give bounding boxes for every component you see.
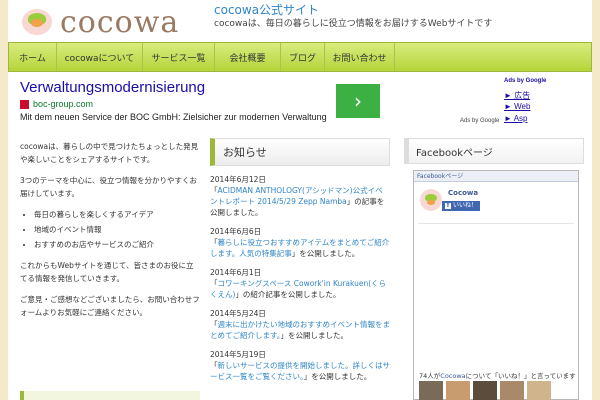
logo-bowl-icon <box>20 5 54 39</box>
list-item: 2014年6月6日 「暮らしに役立つおすすめアイテムをまとめてご紹介します。人気… <box>210 226 390 259</box>
nav-item-company[interactable]: 会社概要 <box>215 43 281 71</box>
list-item: 毎日の暮らしを楽しくするアイデア <box>34 208 200 221</box>
ad-headline[interactable]: Verwaltungsmodernisierung <box>20 79 205 96</box>
site-description: cocowaは、毎日の暮らしに役立つ情報をお届けするWebサイトです <box>214 19 493 29</box>
news-heading: お知らせ <box>210 138 390 166</box>
intro-paragraph-3: これからもWebサイトを通じて、皆さまのお役に立てる情報を発信していきます。 <box>20 261 194 283</box>
news-prefix: 「 <box>210 361 218 370</box>
fb-fan-avatar[interactable] <box>419 381 443 400</box>
fb-like-label: いいね！ <box>453 202 478 209</box>
news-prefix: 「 <box>210 238 218 247</box>
page: cocowa cocowa公式サイト cocowaは、毎日の暮らしに役立つ情報を… <box>8 0 592 400</box>
boc-favicon-icon <box>20 99 29 109</box>
intro-paragraph-1: cocowaは、暮らしの中で見つけたちょっとした発見や楽しいことをシェアするサイ… <box>20 142 199 164</box>
news-suffix: 」を公開しました。 <box>280 331 349 340</box>
avatar[interactable] <box>420 189 442 211</box>
main-nav: ホーム cocowaについて サービス一覧 会社概要 ブログ お問い合わせ <box>8 42 592 72</box>
news-list: 2014年6月12日 「ACIDMAN ANTHOLOGY(アシッドマン)公式イ… <box>210 174 390 390</box>
ad-url[interactable]: boc-group.com <box>33 99 93 109</box>
ad-description: Mit dem neuen Service der BOC GmbH: Ziel… <box>20 112 327 122</box>
ad-url-row[interactable]: boc-group.com <box>20 99 93 109</box>
ad-link-web[interactable]: ► Web <box>504 102 530 111</box>
list-item: 2014年5月24日 「週末に出かけたい地域のおすすめイベント情報をまとめてご紹… <box>210 308 390 341</box>
left-section-header <box>20 391 200 400</box>
news-suffix: 」を公開しました。 <box>303 372 372 381</box>
fb-widget-title: Facebookページ <box>414 171 578 182</box>
ad-link-asp[interactable]: ► Asp <box>504 114 527 123</box>
list-item: おすすめのお店やサービスのご紹介 <box>34 238 200 251</box>
fb-fan-avatar[interactable] <box>473 381 497 400</box>
fb-like-button[interactable]: f いいね！ <box>442 201 481 211</box>
list-item: 2014年6月1日 「コワーキングスペース Cowork'in Kurakuen… <box>210 267 390 300</box>
news-prefix: 「 <box>210 320 218 329</box>
ad-side-links: Ads by Google ► 広告 ► Web ► Asp Ads by Go… <box>456 78 592 126</box>
fb-count-link[interactable]: Cocowa <box>440 372 465 380</box>
ad-link-1[interactable]: ► 広告 <box>504 90 530 101</box>
nav-item-contact[interactable]: お問い合わせ <box>325 43 395 71</box>
nav-item-home[interactable]: ホーム <box>9 43 57 71</box>
news-date: 2014年6月6日 <box>210 227 262 236</box>
news-suffix: 」の紹介記事を公開しました。 <box>235 290 341 299</box>
site-logo[interactable]: cocowa <box>20 4 179 40</box>
news-date: 2014年6月12日 <box>210 175 266 184</box>
news-date: 2014年6月1日 <box>210 268 262 277</box>
logo-text: cocowa <box>60 4 180 40</box>
nav-item-services[interactable]: サービス一覧 <box>143 43 215 71</box>
list-item: 地域のイベント情報 <box>34 223 200 236</box>
chevron-right-icon: › <box>354 89 362 113</box>
fb-faces <box>419 381 554 400</box>
news-date: 2014年5月24日 <box>210 309 266 318</box>
news-prefix: 「 <box>210 279 218 288</box>
ads-by-google-title[interactable]: Ads by Google <box>504 78 546 84</box>
fb-fan-avatar[interactable] <box>446 381 470 400</box>
list-item: 2014年6月12日 「ACIDMAN ANTHOLOGY(アシッドマン)公式イ… <box>210 174 390 218</box>
intro-bullet-list: 毎日の暮らしを楽しくするアイデア 地域のイベント情報 おすすめのお店やサービスの… <box>34 208 200 251</box>
fb-fan-avatar[interactable] <box>527 381 551 400</box>
fb-fan-avatar[interactable] <box>500 381 524 400</box>
fb-like-count: 74人がCocowaについて「いいね！」と言っています <box>419 370 576 380</box>
news-suffix: 」を公開しました。 <box>291 249 360 258</box>
fb-page-name[interactable]: Cocowa <box>448 189 478 197</box>
news-date: 2014年5月19日 <box>210 350 266 359</box>
ads-by-google-footer[interactable]: Ads by Google <box>460 118 499 124</box>
fb-count-prefix: 74人が <box>419 372 441 380</box>
intro-text: cocowaは、暮らしの中で見つけたちょっとした発見や楽しいことをシェアするサイ… <box>20 140 200 327</box>
facebook-heading: Facebookページ <box>404 138 584 164</box>
intro-paragraph-2: 3つのテーマを中心に、役立つ情報を分かりやすくお届けしています。 <box>20 176 198 198</box>
nav-item-blog[interactable]: ブログ <box>281 43 325 71</box>
facebook-icon: f <box>445 202 451 209</box>
fb-count-suffix: について「いいね！」と言っています <box>465 372 576 380</box>
ad-arrow-button[interactable]: › <box>336 84 380 118</box>
nav-item-about[interactable]: cocowaについて <box>57 43 143 71</box>
intro-paragraph-4: ご意見・ご感想などございましたら、お問い合わせフォームよりお気軽にご連絡ください… <box>20 295 200 317</box>
list-item: 2014年5月19日 「新しいサービスの提供を開始しました。詳しくはサービス一覧… <box>210 349 390 382</box>
news-prefix: 「 <box>210 186 218 195</box>
divider <box>418 223 574 224</box>
google-ad: Verwaltungsmodernisierung boc-group.com … <box>8 76 592 128</box>
facebook-page-widget: Facebookページ Cocowa f いいね！ 74人がCocowaについて… <box>413 170 579 400</box>
